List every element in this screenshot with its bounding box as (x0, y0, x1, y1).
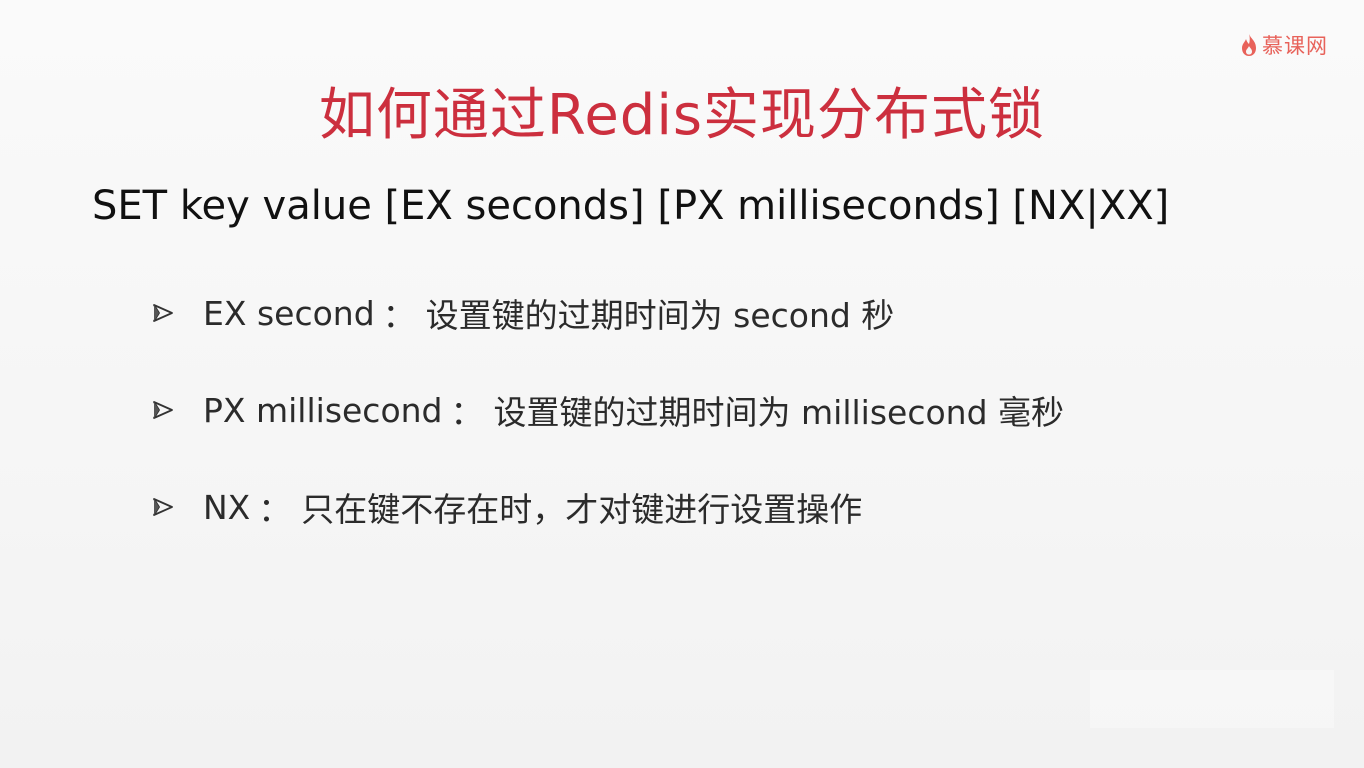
option-item-px: PX millisecond ： 设置键的过期时间为 millisecond 毫… (152, 383, 1064, 437)
option-description: 只在键不存在时，才对键进行设置操作 (301, 490, 863, 529)
slide: 慕课网 如何通过Redis实现分布式锁 SET key value [EX se… (0, 0, 1364, 768)
option-description: 设置键的过期时间为 second 秒 (425, 296, 895, 335)
option-item-nx: NX ： 只在键不存在时，才对键进行设置操作 (152, 480, 1064, 534)
arrow-bullet-icon (152, 399, 178, 421)
option-list: EX second ： 设置键的过期时间为 second 秒 PX millis… (152, 286, 1064, 534)
option-separator: ： (450, 393, 484, 432)
option-separator: ： (382, 296, 416, 335)
video-watermark (1090, 670, 1334, 728)
brand-name: 慕课网 (1262, 34, 1328, 58)
slide-title: 如何通过Redis实现分布式锁 (318, 83, 1046, 148)
option-key: NX (203, 487, 251, 527)
option-key: PX millisecond (203, 390, 443, 430)
command-syntax: SET key value [EX seconds] [PX milliseco… (92, 183, 1170, 229)
arrow-bullet-icon (152, 302, 178, 324)
option-description: 设置键的过期时间为 millisecond 毫秒 (493, 393, 1065, 432)
flame-logo-icon (1240, 33, 1258, 57)
option-key: EX second (203, 293, 375, 333)
brand-logo: 慕课网 (1240, 30, 1328, 60)
option-item-ex: EX second ： 设置键的过期时间为 second 秒 (152, 286, 1064, 340)
option-separator: ： (258, 490, 292, 529)
arrow-bullet-icon (152, 496, 178, 518)
